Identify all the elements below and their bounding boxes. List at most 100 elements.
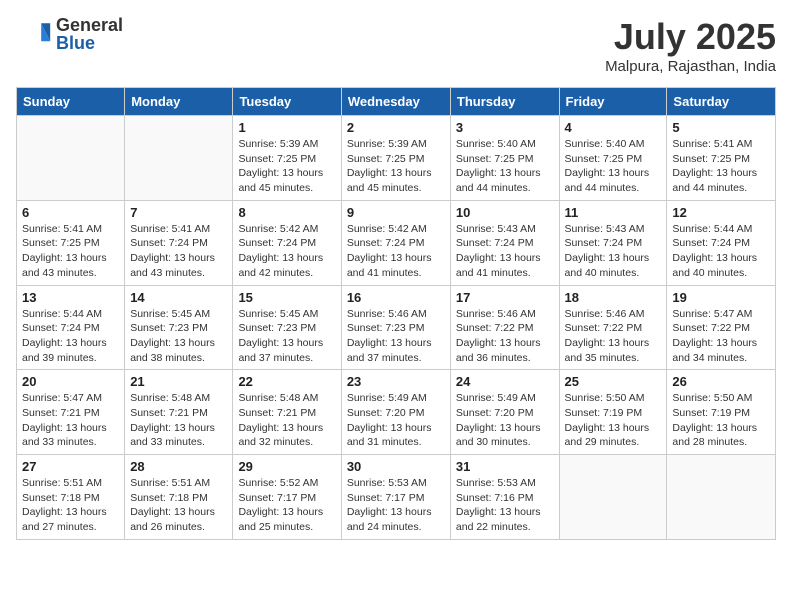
day-number: 7 — [130, 205, 227, 220]
day-number: 23 — [347, 374, 445, 389]
calendar-cell: 14 Sunrise: 5:45 AM Sunset: 7:23 PM Dayli… — [125, 285, 233, 370]
calendar-cell: 31 Sunrise: 5:53 AM Sunset: 7:16 PM Dayli… — [450, 455, 559, 540]
calendar-cell: 5 Sunrise: 5:41 AM Sunset: 7:25 PM Daylig… — [667, 116, 776, 201]
day-info: Sunrise: 5:43 AM Sunset: 7:24 PM Dayligh… — [565, 222, 662, 281]
calendar-cell: 19Sunrise: 5:47 AM Sunset: 7:22 PM Dayli… — [667, 285, 776, 370]
day-number: 16 — [347, 290, 445, 305]
day-info: Sunrise: 5:41 AM Sunset: 7:25 PM Dayligh… — [22, 222, 119, 281]
day-info: Sunrise: 5:49 AM Sunset: 7:20 PM Dayligh… — [456, 391, 554, 450]
day-header-saturday: Saturday — [667, 88, 776, 116]
week-row-4: 20 Sunrise: 5:47 AM Sunset: 7:21 PM Dayli… — [17, 370, 776, 455]
calendar-cell: 29 Sunrise: 5:52 AM Sunset: 7:17 PM Dayli… — [233, 455, 341, 540]
calendar-cell: 6Sunrise: 5:41 AM Sunset: 7:25 PM Daylig… — [17, 200, 125, 285]
page-header: General Blue July 2025 Malpura, Rajastha… — [16, 16, 776, 75]
calendar-cell: 22 Sunrise: 5:48 AM Sunset: 7:21 PM Dayli… — [233, 370, 341, 455]
day-number: 3 — [456, 120, 554, 135]
logo-general: General — [56, 16, 123, 34]
calendar-cell: 18 Sunrise: 5:46 AM Sunset: 7:22 PM Dayli… — [559, 285, 667, 370]
day-info: Sunrise: 5:44 AM Sunset: 7:24 PM Dayligh… — [672, 222, 770, 281]
day-info: Sunrise: 5:46 AM Sunset: 7:23 PM Dayligh… — [347, 307, 445, 366]
calendar-cell: 28 Sunrise: 5:51 AM Sunset: 7:18 PM Dayli… — [125, 455, 233, 540]
day-info: Sunrise: 5:48 AM Sunset: 7:21 PM Dayligh… — [130, 391, 227, 450]
location: Malpura, Rajasthan, India — [605, 58, 776, 75]
day-number: 22 — [238, 374, 335, 389]
calendar-cell: 20 Sunrise: 5:47 AM Sunset: 7:21 PM Dayli… — [17, 370, 125, 455]
day-info: Sunrise: 5:42 AM Sunset: 7:24 PM Dayligh… — [347, 222, 445, 281]
month-title: July 2025 — [605, 16, 776, 58]
calendar-cell: 17Sunrise: 5:46 AM Sunset: 7:22 PM Dayli… — [450, 285, 559, 370]
day-info: Sunrise: 5:50 AM Sunset: 7:19 PM Dayligh… — [565, 391, 662, 450]
calendar-cell: 4 Sunrise: 5:40 AM Sunset: 7:25 PM Daylig… — [559, 116, 667, 201]
calendar-cell: 1Sunrise: 5:39 AM Sunset: 7:25 PM Daylig… — [233, 116, 341, 201]
day-info: Sunrise: 5:45 AM Sunset: 7:23 PM Dayligh… — [130, 307, 227, 366]
calendar-cell: 13Sunrise: 5:44 AM Sunset: 7:24 PM Dayli… — [17, 285, 125, 370]
day-number: 31 — [456, 459, 554, 474]
calendar-cell — [17, 116, 125, 201]
week-row-1: 1 Sunrise: 5:39 AM Sunset: 7:25 PM Daylig… — [17, 116, 776, 201]
day-info: Sunrise: 5:49 AM Sunset: 7:20 PM Dayligh… — [347, 391, 445, 450]
calendar-cell — [667, 455, 776, 540]
day-header-monday: Monday — [125, 88, 233, 116]
day-info: Sunrise: 5:41 AM Sunset: 7:24 PM Dayligh… — [130, 222, 227, 281]
calendar-cell: 30 Sunrise: 5:53 AM Sunset: 7:17 PM Dayli… — [341, 455, 450, 540]
day-number: 20 — [22, 374, 119, 389]
calendar-cell: 25Sunrise: 5:50 AM Sunset: 7:19 PM Dayli… — [559, 370, 667, 455]
day-info: Sunrise: 5:40 AM Sunset: 7:25 PM Dayligh… — [565, 137, 662, 196]
calendar-cell: 12 Sunrise: 5:44 AM Sunset: 7:24 PM Dayli… — [667, 200, 776, 285]
day-info: Sunrise: 5:51 AM Sunset: 7:18 PM Dayligh… — [130, 476, 227, 535]
day-header-tuesday: Tuesday — [233, 88, 341, 116]
day-number: 18 — [565, 290, 662, 305]
week-row-2: 6Sunrise: 5:41 AM Sunset: 7:25 PM Daylig… — [17, 200, 776, 285]
day-info: Sunrise: 5:51 AM Sunset: 7:18 PM Dayligh… — [22, 476, 119, 535]
day-header-wednesday: Wednesday — [341, 88, 450, 116]
day-number: 21 — [130, 374, 227, 389]
week-row-5: 27 Sunrise: 5:51 AM Sunset: 7:18 PM Dayli… — [17, 455, 776, 540]
calendar-cell: 7 Sunrise: 5:41 AM Sunset: 7:24 PM Daylig… — [125, 200, 233, 285]
calendar-cell: 23 Sunrise: 5:49 AM Sunset: 7:20 PM Dayli… — [341, 370, 450, 455]
day-info: Sunrise: 5:46 AM Sunset: 7:22 PM Dayligh… — [456, 307, 554, 366]
day-info: Sunrise: 5:42 AM Sunset: 7:24 PM Dayligh… — [238, 222, 335, 281]
calendar-cell — [559, 455, 667, 540]
day-number: 8 — [238, 205, 335, 220]
calendar-cell: 15Sunrise: 5:45 AM Sunset: 7:23 PM Dayli… — [233, 285, 341, 370]
day-header-friday: Friday — [559, 88, 667, 116]
day-number: 13 — [22, 290, 119, 305]
day-info: Sunrise: 5:53 AM Sunset: 7:17 PM Dayligh… — [347, 476, 445, 535]
title-block: July 2025 Malpura, Rajasthan, India — [605, 16, 776, 75]
day-info: Sunrise: 5:41 AM Sunset: 7:25 PM Dayligh… — [672, 137, 770, 196]
day-info: Sunrise: 5:46 AM Sunset: 7:22 PM Dayligh… — [565, 307, 662, 366]
day-number: 1 — [238, 120, 335, 135]
calendar-cell: 11 Sunrise: 5:43 AM Sunset: 7:24 PM Dayli… — [559, 200, 667, 285]
logo-blue: Blue — [56, 34, 123, 52]
day-info: Sunrise: 5:47 AM Sunset: 7:21 PM Dayligh… — [22, 391, 119, 450]
day-number: 29 — [238, 459, 335, 474]
day-info: Sunrise: 5:50 AM Sunset: 7:19 PM Dayligh… — [672, 391, 770, 450]
day-number: 9 — [347, 205, 445, 220]
calendar-table: SundayMondayTuesdayWednesdayThursdayFrid… — [16, 87, 776, 540]
calendar-cell: 24 Sunrise: 5:49 AM Sunset: 7:20 PM Dayli… — [450, 370, 559, 455]
calendar-cell: 3Sunrise: 5:40 AM Sunset: 7:25 PM Daylig… — [450, 116, 559, 201]
day-header-sunday: Sunday — [17, 88, 125, 116]
day-number: 24 — [456, 374, 554, 389]
day-info: Sunrise: 5:53 AM Sunset: 7:16 PM Dayligh… — [456, 476, 554, 535]
day-number: 4 — [565, 120, 662, 135]
day-number: 14 — [130, 290, 227, 305]
day-info: Sunrise: 5:43 AM Sunset: 7:24 PM Dayligh… — [456, 222, 554, 281]
calendar-cell: 26Sunrise: 5:50 AM Sunset: 7:19 PM Dayli… — [667, 370, 776, 455]
day-info: Sunrise: 5:52 AM Sunset: 7:17 PM Dayligh… — [238, 476, 335, 535]
day-number: 11 — [565, 205, 662, 220]
day-number: 12 — [672, 205, 770, 220]
logo: General Blue — [16, 16, 123, 52]
day-info: Sunrise: 5:48 AM Sunset: 7:21 PM Dayligh… — [238, 391, 335, 450]
day-number: 27 — [22, 459, 119, 474]
day-number: 5 — [672, 120, 770, 135]
calendar-cell: 16 Sunrise: 5:46 AM Sunset: 7:23 PM Dayli… — [341, 285, 450, 370]
day-header-thursday: Thursday — [450, 88, 559, 116]
day-info: Sunrise: 5:39 AM Sunset: 7:25 PM Dayligh… — [347, 137, 445, 196]
calendar-header-row: SundayMondayTuesdayWednesdayThursdayFrid… — [17, 88, 776, 116]
day-number: 28 — [130, 459, 227, 474]
logo-icon — [16, 16, 52, 52]
day-number: 30 — [347, 459, 445, 474]
day-info: Sunrise: 5:45 AM Sunset: 7:23 PM Dayligh… — [238, 307, 335, 366]
calendar-cell: 27 Sunrise: 5:51 AM Sunset: 7:18 PM Dayli… — [17, 455, 125, 540]
